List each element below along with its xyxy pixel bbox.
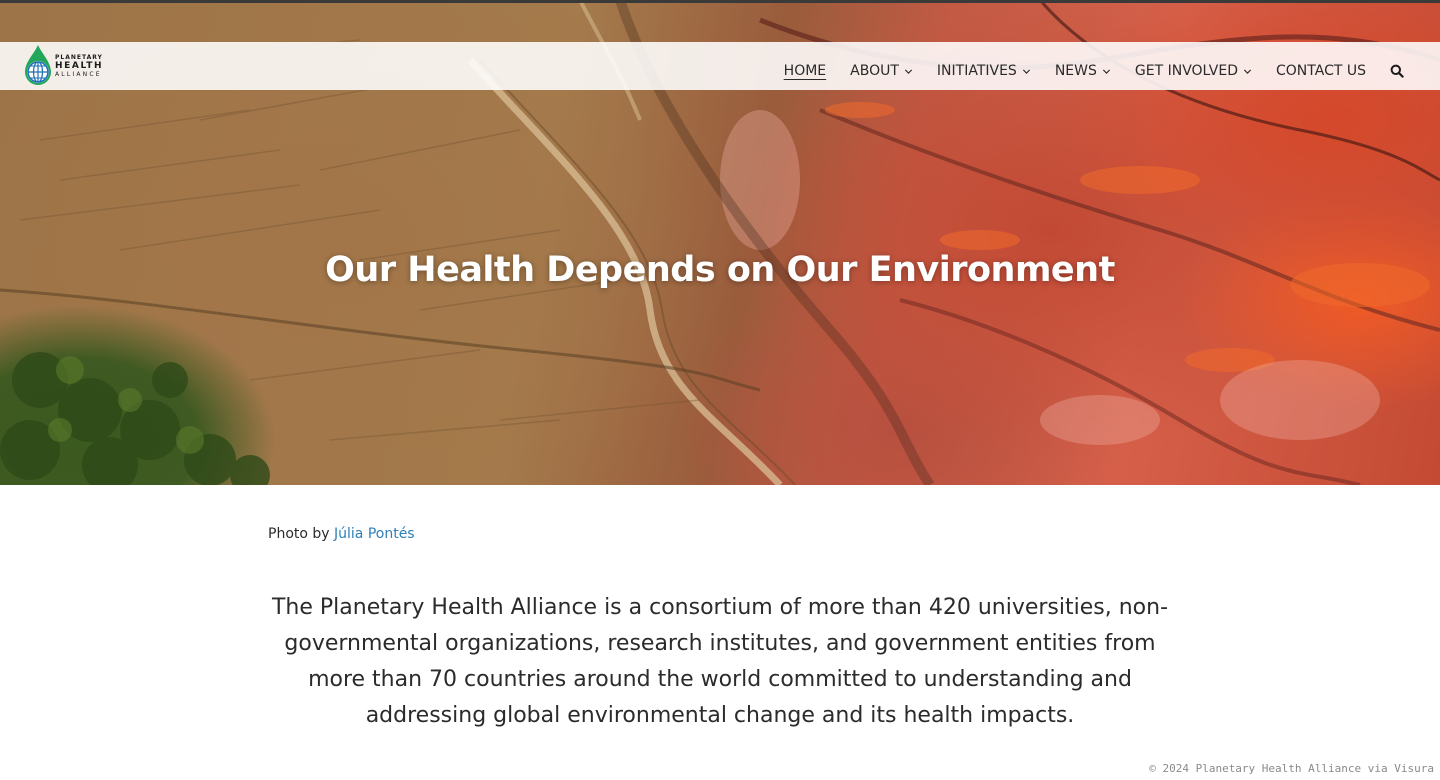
logo-wordmark: PLANETARY HEALTH ALLIANCE	[55, 53, 104, 78]
nav-news-label: NEWS	[1054, 63, 1097, 79]
search-icon[interactable]	[1390, 64, 1404, 78]
nav-home[interactable]: HOME	[784, 63, 826, 79]
copyright-notice: © 2024 Planetary Health Alliance via Vis…	[1149, 762, 1434, 775]
site-logo[interactable]: PLANETARY HEALTH ALLIANCE	[24, 42, 103, 90]
globe-drop-icon	[25, 45, 51, 85]
chevron-down-icon	[904, 68, 912, 74]
nav-contact-us[interactable]: CONTACT US	[1276, 63, 1366, 79]
hero-title: Our Health Depends on Our Environment	[325, 250, 1115, 290]
logo-line-2: HEALTH	[55, 60, 104, 71]
nav-about-label: ABOUT	[850, 63, 899, 79]
site-header: PLANETARY HEALTH ALLIANCE HOME ABOUT INI…	[0, 42, 1440, 90]
nav-initiatives-label: INITIATIVES	[936, 63, 1017, 79]
nav-get-involved-label: GET INVOLVED	[1134, 63, 1239, 79]
chevron-down-icon	[1243, 68, 1252, 74]
nav-home-label: HOME	[783, 63, 827, 79]
photographer-link[interactable]: Júlia Pontés	[334, 526, 415, 542]
nav-get-involved[interactable]: GET INVOLVED	[1135, 63, 1252, 79]
nav-about[interactable]: ABOUT	[850, 63, 913, 79]
logo-line-1: PLANETARY	[55, 53, 103, 61]
main-nav: HOME ABOUT INITIATIVES NEWS GET INVOLVED…	[760, 42, 1404, 90]
photo-credit: Photo by Júlia Pontés	[268, 526, 415, 542]
chevron-down-icon	[1102, 68, 1110, 74]
nav-news[interactable]: NEWS	[1055, 63, 1111, 79]
intro-paragraph: The Planetary Health Alliance is a conso…	[271, 595, 1169, 728]
nav-initiatives[interactable]: INITIATIVES	[937, 63, 1031, 79]
nav-contact-us-label: CONTACT US	[1276, 63, 1366, 79]
chevron-down-icon	[1022, 68, 1030, 74]
photo-credit-prefix: Photo by	[268, 526, 330, 542]
logo-line-3: ALLIANCE	[55, 70, 102, 78]
top-strip	[0, 0, 1440, 3]
